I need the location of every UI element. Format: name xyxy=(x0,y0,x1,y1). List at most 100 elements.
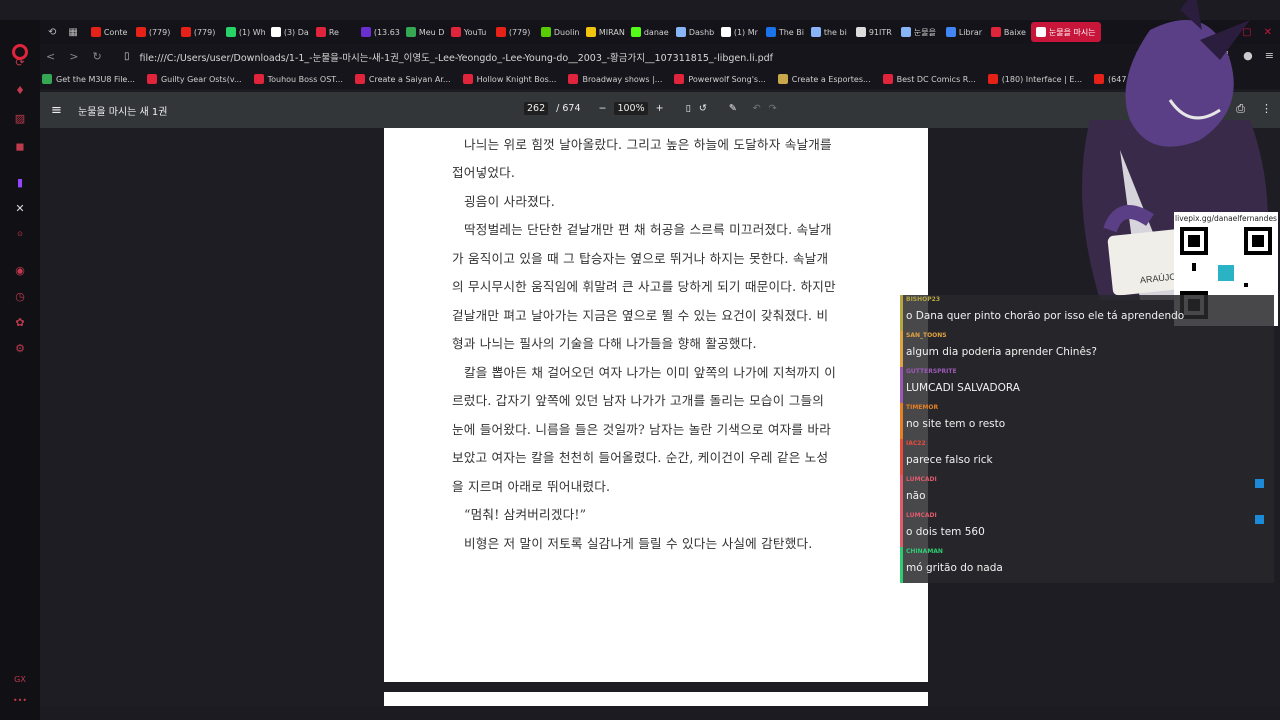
bookmark-label: Hollow Knight Bos... xyxy=(476,74,557,84)
tab-favicon-icon xyxy=(900,27,911,37)
annotate-icon[interactable]: ✎ xyxy=(729,103,737,114)
opera-logo-icon[interactable] xyxy=(12,44,28,60)
document-title: 눈물을 마시는 새 1권 xyxy=(78,106,168,118)
reload-icon[interactable]: ↻ xyxy=(92,50,101,63)
gx-logo-icon[interactable]: GX xyxy=(0,675,40,684)
bookmark-label: Create a Esportes... xyxy=(791,74,871,84)
tab-item[interactable]: MIRAN xyxy=(581,22,626,42)
tab-item[interactable]: 눈물을 xyxy=(896,22,941,42)
bookmark-item[interactable]: Touhou Boss OST... xyxy=(253,74,343,84)
pdf-next-page xyxy=(384,692,928,706)
page-text-line: 굉음이 사라졌다. xyxy=(464,194,555,209)
zoom-input[interactable]: 100% xyxy=(614,102,648,115)
tab-item[interactable]: Dashb xyxy=(671,22,716,42)
page-number-input[interactable]: 262 xyxy=(524,102,549,115)
chat-message: IAC22 parece falso rick xyxy=(900,439,1274,475)
bookmark-label: Powerwolf Song's... xyxy=(688,74,766,84)
tab-favicon-icon xyxy=(990,27,1001,37)
tab-label: Duolin xyxy=(553,27,580,37)
tab-item[interactable]: (779) xyxy=(176,22,221,42)
stream-chat: BISHOP23 o Dana quer pinto chorão por iss… xyxy=(900,295,1274,583)
bookmark-item[interactable]: Best DC Comics R... xyxy=(882,74,976,84)
chat-username: LUMCADI xyxy=(906,512,937,519)
bookmark-label: Best DC Comics R... xyxy=(896,74,976,84)
tab-item[interactable]: Meu D xyxy=(401,22,446,42)
tab-item[interactable]: Duolin xyxy=(536,22,581,42)
tab-item[interactable]: (779) xyxy=(491,22,536,42)
chat-user-color-bar xyxy=(900,295,903,331)
sidebar-toggle-icon[interactable]: ≡ xyxy=(51,103,67,118)
tab-menu-icon[interactable]: ▦ xyxy=(68,27,77,38)
badge-icon[interactable]: ⊙ xyxy=(10,224,30,244)
extensions-icon[interactable]: ✿ xyxy=(10,312,30,332)
tab-item[interactable]: Librar xyxy=(941,22,986,42)
tab-label: Conte xyxy=(103,27,128,37)
bookmark-item[interactable]: Create a Saiyan Ar... xyxy=(354,74,451,84)
bookmark-favicon-icon xyxy=(42,74,52,84)
tab-item[interactable]: 91ITR xyxy=(851,22,896,42)
tab-label: danae xyxy=(643,27,669,37)
bookmark-favicon-icon xyxy=(462,74,473,84)
nav-buttons: < > ↻ xyxy=(46,50,116,63)
player-icon[interactable]: ◉ xyxy=(10,260,30,280)
bookmark-item[interactable]: Guilty Gear Osts(v... xyxy=(146,74,242,84)
fit-page-icon[interactable]: ▯ xyxy=(686,103,691,114)
back-icon[interactable]: < xyxy=(46,50,55,63)
tab-item[interactable]: (1) Mr xyxy=(716,22,761,42)
bookmark-favicon-icon xyxy=(568,74,579,84)
history-icon[interactable]: ◷ xyxy=(10,286,30,306)
tab-label: (1) Wh xyxy=(238,27,266,37)
bookmark-item[interactable]: Powerwolf Song's... xyxy=(674,74,766,84)
bookmark-item[interactable]: Broadway shows |... xyxy=(568,74,662,84)
tab-label: (779) xyxy=(193,27,216,37)
redo-icon[interactable]: ↷ xyxy=(769,103,777,114)
url-field[interactable]: file:///C:/Users/user/Downloads/1-1_-눈물을… xyxy=(140,50,774,64)
page-text-line: 겉날개만 펴고 날아가는 지금은 옆으로 뛸 수 있는 요건이 갖춰졌다. 비 xyxy=(452,308,829,323)
tab-label: YouTu xyxy=(463,27,487,37)
tab-favicon-icon xyxy=(720,27,731,37)
tab-label: (13.63 xyxy=(373,27,400,37)
rotate-icon[interactable]: ↺ xyxy=(699,103,707,114)
twitch-icon[interactable]: ▮ xyxy=(10,172,30,192)
workspace-icon[interactable]: ⟲ xyxy=(48,27,56,38)
page-text-line: 가 움직이고 있을 때 그 탑승자는 옆으로 뛰거나 하지는 못한다. 속날개 xyxy=(452,251,829,266)
tab-item[interactable]: danae xyxy=(626,22,671,42)
chat-text: algum dia poderia aprender Chinês? xyxy=(906,346,1097,358)
tab-item[interactable]: (1) Wh xyxy=(221,22,266,42)
undo-icon[interactable]: ↶ xyxy=(753,103,761,114)
bookmarks-sidebar-icon[interactable]: ▨ xyxy=(10,108,30,128)
bookmark-item[interactable]: Get the M3U8 File... xyxy=(42,74,135,84)
zoom-in-icon[interactable]: + xyxy=(656,103,664,114)
page-text-line: 접어넣었다. xyxy=(452,165,516,180)
tab-item[interactable]: (3) Da xyxy=(266,22,311,42)
tab-item[interactable]: Conte xyxy=(86,22,131,42)
bookmark-item[interactable]: Create a Esportes... xyxy=(777,74,871,84)
tab-item[interactable]: YouTu xyxy=(446,22,491,42)
tab-favicon-icon xyxy=(765,27,776,37)
tab-label: MIRAN xyxy=(598,27,625,37)
tab-favicon-icon xyxy=(855,27,866,37)
chat-username: TIMEMOR xyxy=(906,404,939,411)
chat-text: não xyxy=(906,490,926,502)
bookmark-label: Get the M3U8 File... xyxy=(56,74,135,84)
messenger-icon[interactable]: ◼ xyxy=(10,136,30,156)
tab-item[interactable]: (13.63 xyxy=(356,22,401,42)
tab-item[interactable]: (779) xyxy=(131,22,176,42)
chat-username: SAN_TOONS xyxy=(906,332,947,339)
tab-item[interactable]: Re xyxy=(311,22,356,42)
tab-item[interactable]: the bi xyxy=(806,22,851,42)
aria-ai-icon[interactable]: ♦ xyxy=(10,80,30,100)
tab-item[interactable]: Baixe xyxy=(986,22,1031,42)
settings-icon[interactable]: ⚙ xyxy=(10,338,30,358)
forward-icon[interactable]: > xyxy=(69,50,78,63)
pdf-page: 나늬는 위로 힘껏 날아올랐다. 그리고 높은 하늘에 도달하자 속날개를 접어넣… xyxy=(384,128,928,682)
more-icon[interactable]: ••• xyxy=(0,696,40,705)
tab-item[interactable]: The Bi xyxy=(761,22,806,42)
chat-text: LUMCADI SALVADORA xyxy=(906,382,1020,394)
zoom-out-icon[interactable]: − xyxy=(599,103,607,114)
chat-user-color-bar xyxy=(900,331,903,367)
x-twitter-icon[interactable]: ✕ xyxy=(10,198,30,218)
bookmark-item[interactable]: Hollow Knight Bos... xyxy=(462,74,557,84)
page-text-line: 비형은 저 말이 저토록 실감나게 들릴 수 있다는 사실에 감탄했다. xyxy=(464,536,813,551)
chat-message: TIMEMOR no site tem o resto xyxy=(900,403,1274,439)
